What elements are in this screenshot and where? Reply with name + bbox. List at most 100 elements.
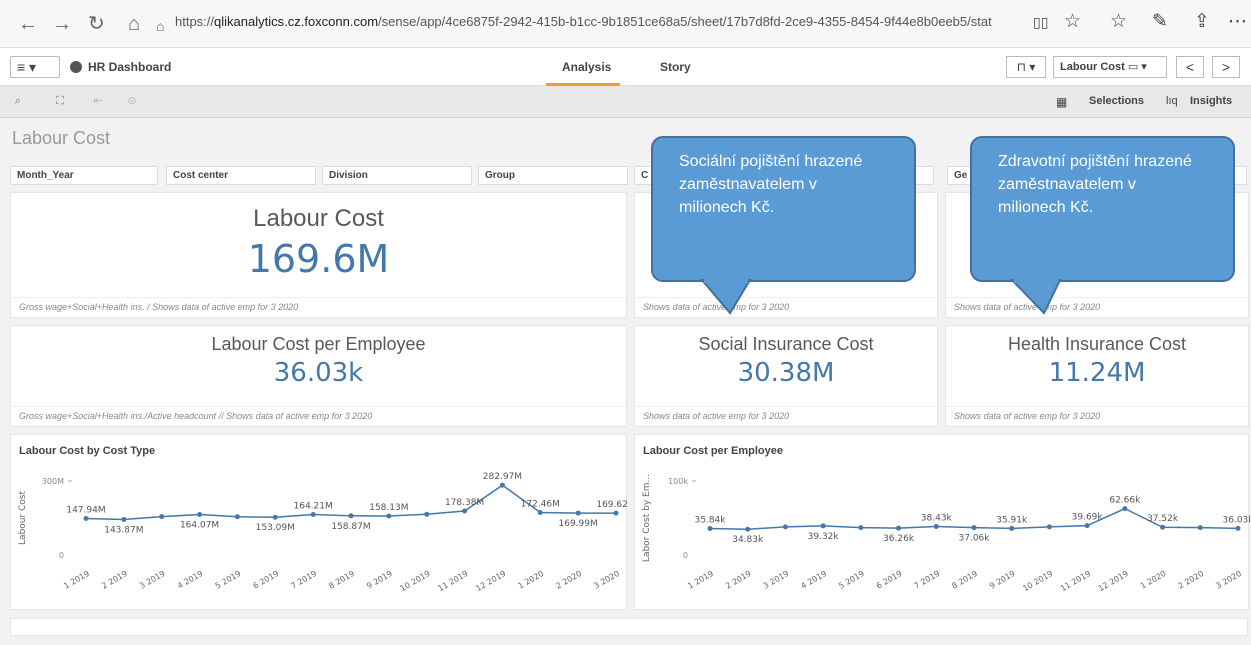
step-back-icon[interactable]: ⇤ <box>90 93 106 109</box>
data-point <box>1084 523 1090 529</box>
data-point <box>386 513 392 519</box>
smart-search-icon[interactable]: ⌕ <box>10 93 26 109</box>
data-label: 37.06k <box>959 534 991 544</box>
y-tick-label: 300M <box>42 477 64 486</box>
filter-group[interactable]: Group <box>478 166 628 185</box>
home-icon[interactable]: ⌂ <box>128 12 140 36</box>
line-chart: Labor Cost by Em... 100k 0 35.84k 1 2019 34.8… <box>642 474 1250 593</box>
chart-labour-cost-per-employee[interactable]: Labour Cost per Employee Labor Cost by E… <box>634 434 1250 610</box>
y-axis-label: Labour Cost <box>18 491 28 545</box>
kpi-footnote: Shows data of active emp for 3 2020 <box>635 297 937 317</box>
kpi-title: Health Insurance Cost <box>1007 334 1187 354</box>
data-point <box>707 525 713 531</box>
data-label: 158.13M <box>369 503 408 513</box>
x-tick-label: 9 2019 <box>988 569 1017 591</box>
data-label: 282.97M <box>483 472 522 482</box>
bookmark-button[interactable]: ⊓ ▾ <box>1006 56 1046 78</box>
menu-button[interactable]: ≡ ▾ <box>10 56 60 78</box>
kpi-health-insurance[interactable]: Health Insurance Cost 11.24M Shows data … <box>945 325 1249 427</box>
kpi-footnote: Shows data of active emp for 3 2020 <box>946 406 1248 426</box>
url-path: /sense/app/4ce6875f-2942-415b-b1cc-9b185… <box>378 14 992 29</box>
data-point <box>1235 525 1241 531</box>
kpi-footnote: Gross wage+Social+Health ins./Active hea… <box>11 406 626 426</box>
kpi-value: 36.03k <box>273 358 364 388</box>
selections-tool-icon[interactable]: ⛶ <box>52 93 68 109</box>
x-tick-label: 8 2019 <box>950 569 979 591</box>
refresh-icon[interactable]: ↻ <box>88 12 105 36</box>
previous-sheet-button[interactable]: < <box>1176 56 1204 78</box>
data-label: 164.07M <box>180 521 219 531</box>
forward-arrow-icon[interactable]: → <box>52 12 72 36</box>
kpi-value: 169.6M <box>247 237 390 281</box>
pen-icon[interactable]: ✎ <box>1152 10 1168 33</box>
data-point <box>499 482 505 488</box>
filter-cost-center[interactable]: Cost center <box>166 166 316 185</box>
kpi-value: 11.24M <box>1048 358 1146 388</box>
data-label: 38.43k <box>921 514 953 524</box>
app-toolbar: ≡ ▾ HR Dashboard Analysis Story ⊓ ▾ Labo… <box>0 48 1251 86</box>
data-point <box>83 516 89 522</box>
address-bar[interactable]: https://qlikanalytics.cz.foxconn.com/sen… <box>175 14 1045 36</box>
favorites-icon[interactable]: ☆ <box>1110 10 1127 33</box>
kpi-footnote: Gross wage+Social+Health ins. / Shows da… <box>11 297 626 317</box>
selections-button[interactable]: Selections <box>1089 95 1144 107</box>
data-point <box>462 508 468 514</box>
more-icon[interactable]: ⋯ <box>1228 10 1247 33</box>
x-tick-label: 8 2019 <box>327 569 356 591</box>
x-tick-label: 7 2019 <box>289 569 318 591</box>
kpi-title: Social Insurance Cost <box>698 334 874 354</box>
tab-analysis[interactable]: Analysis <box>562 60 611 74</box>
kpi-footnote: Shows data of active emp for 3 2020 <box>946 297 1248 317</box>
footer-bar <box>10 618 1248 636</box>
data-label: 36.26k <box>883 534 915 544</box>
chart-labour-cost-by-cost-type[interactable]: Labour Cost by Cost Type Labour Cost 300M… <box>10 434 628 610</box>
insights-icon: lıq <box>1166 95 1178 107</box>
data-point <box>575 510 581 516</box>
x-tick-label: 12 2019 <box>474 569 507 593</box>
insights-button[interactable]: Insights <box>1190 95 1232 107</box>
data-label: 62.66k <box>1109 496 1141 506</box>
star-icon[interactable]: ☆ <box>1064 10 1081 33</box>
url-host: qlikanalytics.cz.foxconn.com <box>214 14 379 29</box>
data-point <box>1122 506 1128 512</box>
x-tick-label: 10 2019 <box>399 569 432 593</box>
data-label: 34.83k <box>732 535 764 545</box>
tab-story[interactable]: Story <box>660 60 691 74</box>
sheet-selector[interactable]: Labour Cost ▭ ▾ <box>1053 56 1167 78</box>
y-tick-label: 0 <box>59 551 64 560</box>
chart-title: Labour Cost by Cost Type <box>19 445 156 457</box>
data-point <box>782 524 788 530</box>
kpi-labour-cost-per-employee[interactable]: Labour Cost per Employee 36.03k Gross wa… <box>10 325 627 427</box>
data-point <box>424 511 430 517</box>
back-arrow-icon[interactable]: ← <box>18 12 38 36</box>
share-icon[interactable]: ⇪ <box>1194 10 1210 33</box>
data-label: 37.52k <box>1147 514 1179 524</box>
kpi-footnote: Shows data of active emp for 3 2020 <box>635 406 937 426</box>
kpi-labour-cost[interactable]: Labour Cost 169.6M Gross wage+Social+Hea… <box>10 192 627 318</box>
x-tick-label: 3 2020 <box>592 569 621 591</box>
data-point <box>1009 525 1015 531</box>
app-title[interactable]: HR Dashboard <box>70 60 171 74</box>
x-tick-label: 2 2020 <box>554 569 583 591</box>
reader-view-icon[interactable]: ▯▯ <box>1033 14 1048 31</box>
kpi-title: Labour Cost <box>253 205 384 232</box>
kpi-value: 30.38M <box>737 358 835 388</box>
browser-toolbar: ← → ↻ ⌂ ⌂ https://qlikanalytics.cz.foxco… <box>0 0 1251 48</box>
data-point <box>310 511 316 517</box>
data-label: 39.32k <box>808 532 840 542</box>
callout-pointer <box>1010 279 1062 315</box>
filter-division[interactable]: Division <box>322 166 472 185</box>
line-chart: Labour Cost 300M 0 147.94M 1 2019 143.87M 2 20… <box>18 472 628 593</box>
x-tick-label: 12 2019 <box>1097 569 1130 593</box>
x-tick-label: 4 2019 <box>799 569 828 591</box>
data-point <box>121 517 127 523</box>
filter-month-year[interactable]: Month_Year <box>10 166 158 185</box>
next-sheet-button[interactable]: > <box>1212 56 1240 78</box>
clear-selections-icon[interactable]: ⊘ <box>124 93 140 109</box>
data-point <box>272 514 278 520</box>
sheet-title: Labour Cost <box>12 128 111 148</box>
kpi-social-insurance[interactable]: Social Insurance Cost 30.38M Shows data … <box>634 325 938 427</box>
data-label: 153.09M <box>256 523 295 533</box>
lock-icon: ⌂ <box>156 18 165 34</box>
x-tick-label: 10 2019 <box>1021 569 1054 593</box>
